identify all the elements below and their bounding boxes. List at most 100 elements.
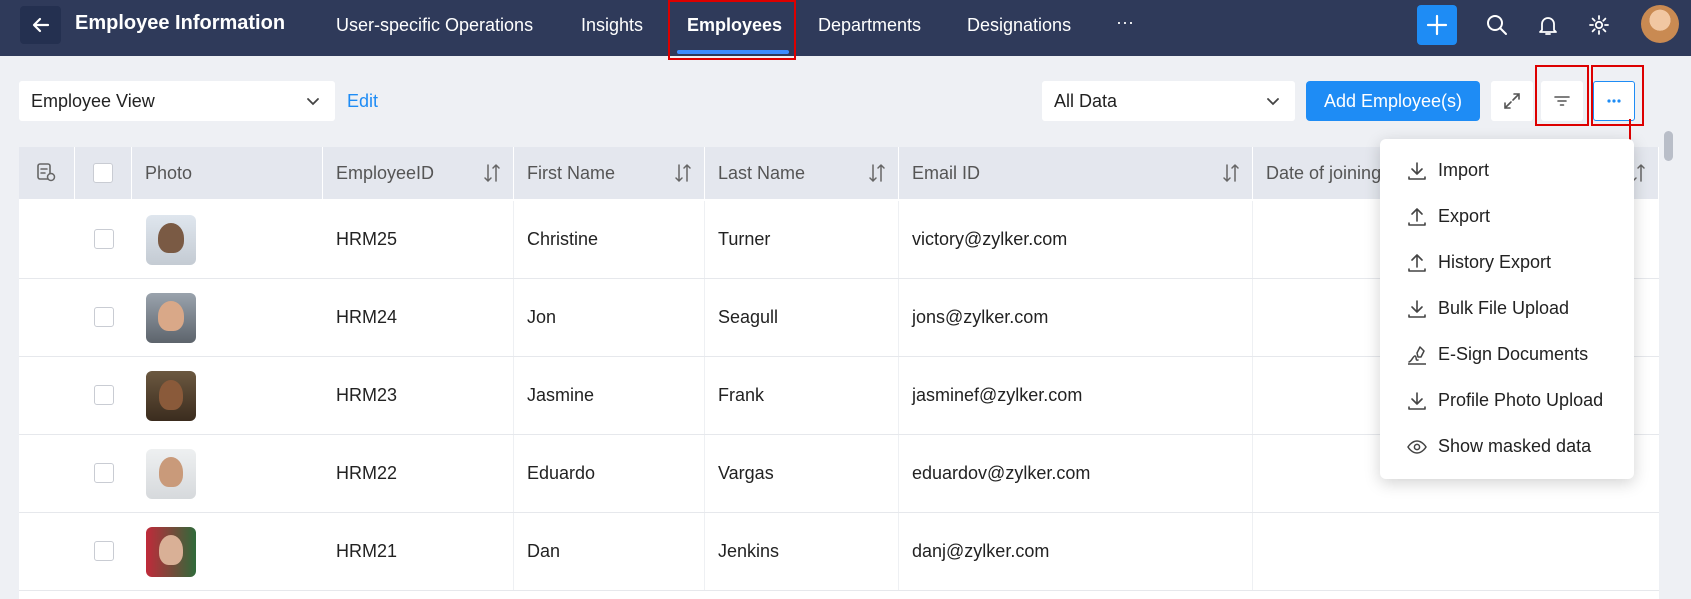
column-email-id-label: Email ID <box>912 163 981 183</box>
menu-item-e-sign-documents[interactable]: E-Sign Documents <box>1380 335 1634 375</box>
upload-icon <box>1408 208 1426 226</box>
column-settings-cell[interactable] <box>19 147 75 199</box>
tab-departments[interactable]: Departments <box>818 15 921 36</box>
search-icon <box>1487 15 1507 35</box>
settings-button[interactable] <box>1587 13 1611 37</box>
highlight-box-filter <box>1535 65 1589 126</box>
back-button[interactable] <box>20 6 61 44</box>
column-employee-id-label: EmployeeID <box>336 163 435 183</box>
cell-email: eduardov@zylker.com <box>899 435 1253 512</box>
cell-email: victory@zylker.com <box>899 201 1253 278</box>
gear-icon <box>1589 15 1609 35</box>
cell-email: jons@zylker.com <box>899 279 1253 356</box>
cell-last-name: Turner <box>705 201 899 278</box>
notifications-button[interactable] <box>1536 13 1560 37</box>
view-select[interactable]: Employee View <box>19 81 335 121</box>
employee-photo <box>146 215 196 265</box>
menu-item-show-masked-data[interactable]: Show masked data <box>1380 427 1634 467</box>
employee-photo <box>146 449 196 499</box>
cell-last-name: Frank <box>705 357 899 434</box>
edit-view-link[interactable]: Edit <box>347 91 378 112</box>
table-row[interactable]: HRM21 Dan Jenkins danj@zylker.com <box>19 513 1659 591</box>
cell-employee-id: HRM25 <box>323 201 514 278</box>
cell-first-name: Jasmine <box>514 357 705 434</box>
download-icon <box>1408 162 1426 180</box>
cell-employee-id: HRM21 <box>323 513 514 590</box>
user-avatar[interactable] <box>1641 5 1679 43</box>
column-first-name[interactable]: First Name <box>514 147 705 199</box>
menu-item-export[interactable]: Export <box>1380 197 1634 237</box>
cell-last-name: Vargas <box>705 435 899 512</box>
sort-icon[interactable] <box>483 163 501 183</box>
menu-item-history-export[interactable]: History Export <box>1380 243 1634 283</box>
menu-item-label: Import <box>1438 160 1490 180</box>
cell-first-name: Eduardo <box>514 435 705 512</box>
cell-first-name: Jon <box>514 279 705 356</box>
column-last-name[interactable]: Last Name <box>705 147 899 199</box>
row-checkbox[interactable] <box>94 229 114 249</box>
menu-item-label: Show masked data <box>1438 436 1592 456</box>
download-icon <box>1408 392 1426 410</box>
cell-employee-id: HRM24 <box>323 279 514 356</box>
cell-email: danj@zylker.com <box>899 513 1253 590</box>
employee-photo <box>146 371 196 421</box>
employee-photo <box>146 293 196 343</box>
data-filter-value: All Data <box>1054 91 1118 111</box>
sort-icon[interactable] <box>868 163 886 183</box>
expand-icon <box>1504 93 1520 109</box>
chevron-down-icon <box>1267 98 1279 106</box>
expand-button[interactable] <box>1491 81 1533 121</box>
cell-last-name: Jenkins <box>705 513 899 590</box>
column-employee-id[interactable]: EmployeeID <box>323 147 514 199</box>
app-title: Employee Information <box>75 12 286 34</box>
menu-item-profile-photo-upload[interactable]: Profile Photo Upload <box>1380 381 1634 421</box>
sort-icon[interactable] <box>674 163 692 183</box>
column-photo: Photo <box>132 147 323 199</box>
tab-insights[interactable]: Insights <box>581 15 643 36</box>
more-tabs-button[interactable]: ··· <box>1116 12 1134 33</box>
menu-item-label: Profile Photo Upload <box>1438 390 1604 410</box>
menu-item-label: Bulk File Upload <box>1438 298 1570 318</box>
column-date-of-joining-label: Date of joining <box>1266 163 1382 183</box>
select-all-checkbox[interactable] <box>93 163 113 183</box>
data-filter-select[interactable]: All Data <box>1042 81 1295 121</box>
esign-icon <box>1408 346 1426 365</box>
cell-first-name: Christine <box>514 201 705 278</box>
chevron-down-icon <box>307 98 319 106</box>
bell-icon <box>1539 17 1557 35</box>
top-bar: Employee Information User-specific Opera… <box>0 0 1691 60</box>
row-checkbox[interactable] <box>94 385 114 405</box>
column-photo-label: Photo <box>145 163 193 183</box>
menu-item-label: E-Sign Documents <box>1438 344 1589 364</box>
back-arrow-icon <box>32 17 49 33</box>
row-checkbox[interactable] <box>94 307 114 327</box>
view-select-value: Employee View <box>31 91 155 111</box>
cell-first-name: Dan <box>514 513 705 590</box>
employee-photo <box>146 527 196 577</box>
row-checkbox[interactable] <box>94 463 114 483</box>
sort-icon[interactable] <box>1222 163 1240 183</box>
search-button[interactable] <box>1485 13 1509 37</box>
plus-icon <box>1426 14 1448 36</box>
row-checkbox[interactable] <box>94 541 114 561</box>
menu-item-import[interactable]: Import <box>1380 151 1634 191</box>
highlight-box-more <box>1591 65 1644 126</box>
menu-item-label: History Export <box>1438 252 1552 272</box>
tab-user-specific-operations[interactable]: User-specific Operations <box>336 15 533 36</box>
add-button[interactable] <box>1417 5 1457 45</box>
column-settings-icon <box>37 163 56 182</box>
column-last-name-label: Last Name <box>718 163 806 183</box>
column-first-name-label: First Name <box>527 163 616 183</box>
eye-icon <box>1407 440 1427 454</box>
column-email-id[interactable]: Email ID <box>899 147 1253 199</box>
cell-employee-id: HRM22 <box>323 435 514 512</box>
cell-last-name: Seagull <box>705 279 899 356</box>
cell-email: jasminef@zylker.com <box>899 357 1253 434</box>
menu-item-bulk-file-upload[interactable]: Bulk File Upload <box>1380 289 1634 329</box>
tab-designations[interactable]: Designations <box>967 15 1071 36</box>
select-all-cell <box>75 147 132 199</box>
vertical-scrollbar[interactable] <box>1664 131 1673 161</box>
add-employees-button[interactable]: Add Employee(s) <box>1306 81 1480 121</box>
cell-employee-id: HRM23 <box>323 357 514 434</box>
upload-icon <box>1408 254 1426 272</box>
